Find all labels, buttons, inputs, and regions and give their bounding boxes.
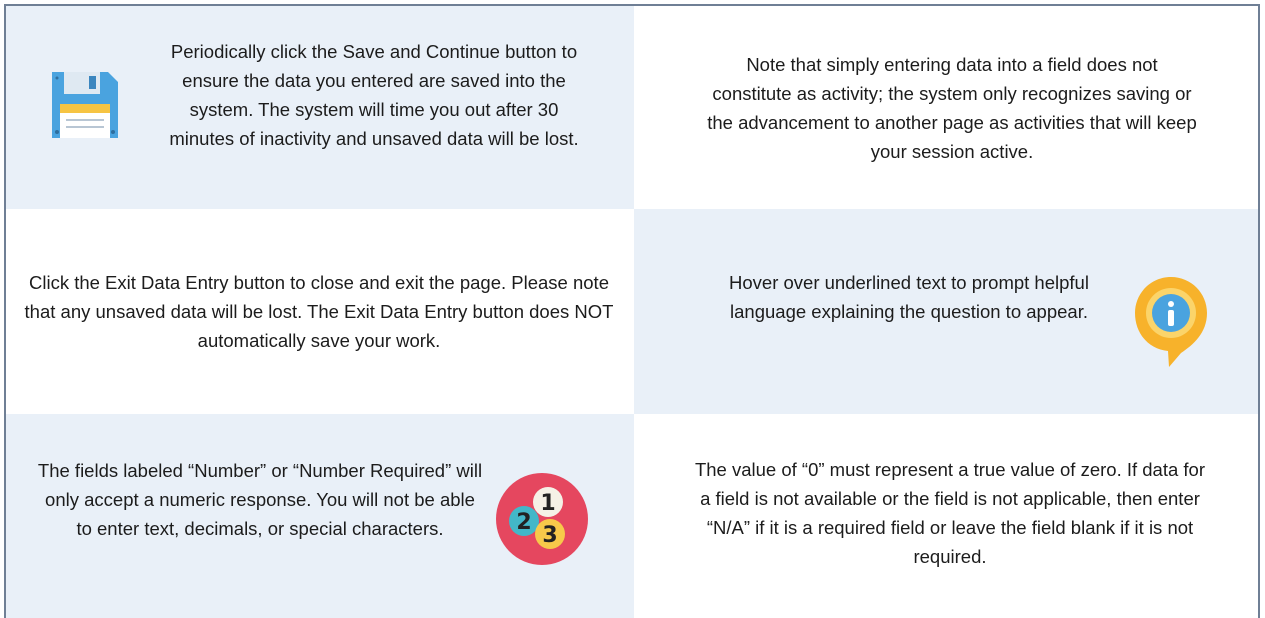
- instructions-grid: Periodically click the Save and Continue…: [6, 6, 1258, 618]
- tip-hover: Hover over underlined text to prompt hel…: [634, 209, 1258, 414]
- tip-activity: Note that simply entering data into a fi…: [634, 6, 1258, 209]
- tip-hover-text: Hover over underlined text to prompt hel…: [729, 272, 1089, 322]
- tip-activity-text: Note that simply entering data into a fi…: [707, 54, 1197, 162]
- floppy-disk-icon: [52, 72, 118, 138]
- tip-save-text: Periodically click the Save and Continue…: [169, 41, 579, 149]
- info-pin-icon: [1135, 277, 1207, 367]
- tip-zero-text: The value of “0” must represent a true v…: [694, 459, 1206, 567]
- number-3: 3: [542, 523, 557, 548]
- tip-numeric: The fields labeled “Number” or “Number R…: [6, 414, 634, 618]
- tip-zero: The value of “0” must represent a true v…: [634, 414, 1258, 618]
- numbers-icon: 1 2 3: [496, 473, 588, 565]
- number-1: 1: [540, 491, 555, 516]
- number-2: 2: [516, 510, 531, 535]
- tip-save: Periodically click the Save and Continue…: [6, 6, 634, 209]
- tip-numeric-text: The fields labeled “Number” or “Number R…: [37, 460, 483, 539]
- tip-exit-text: Click the Exit Data Entry button to clos…: [24, 272, 614, 351]
- tip-exit: Click the Exit Data Entry button to clos…: [6, 209, 634, 414]
